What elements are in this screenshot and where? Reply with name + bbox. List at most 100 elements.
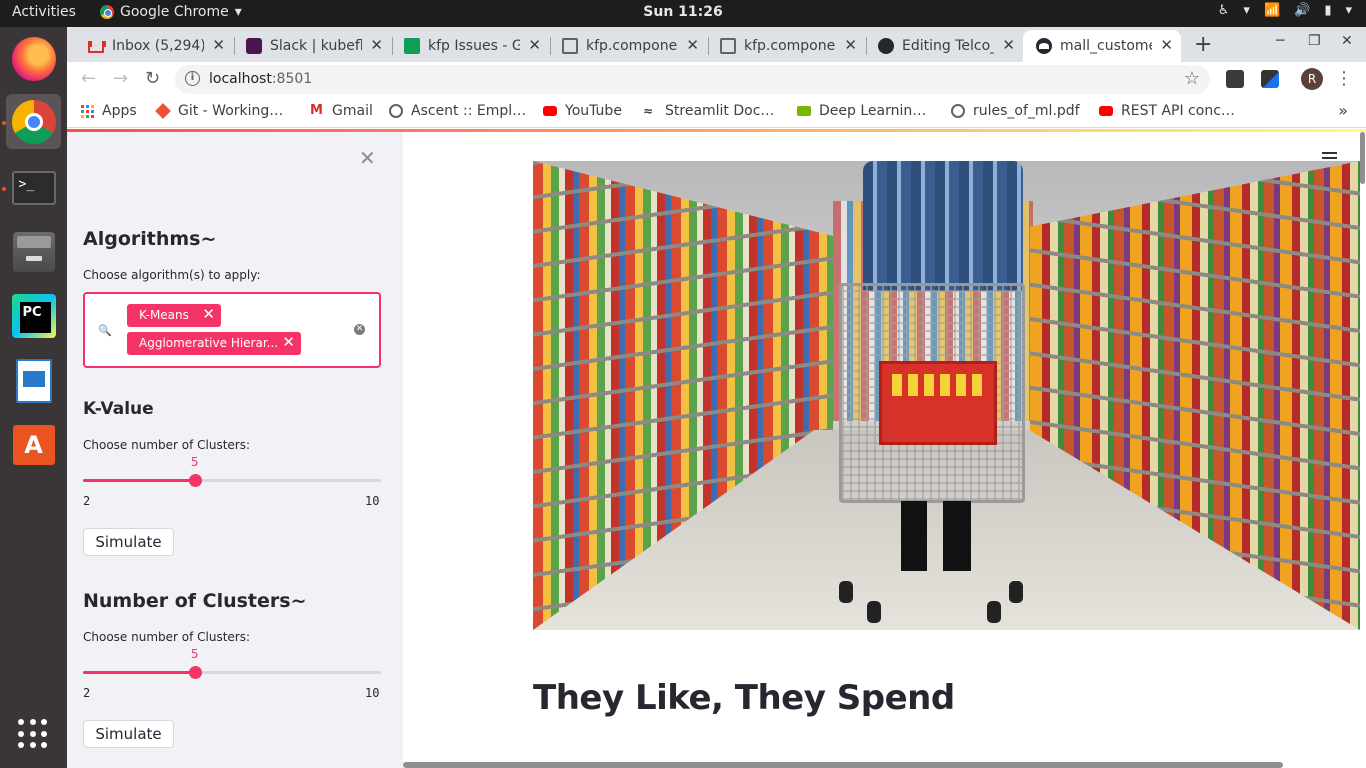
show-applications-icon[interactable]: [18, 719, 48, 749]
slider-fill: [83, 671, 195, 674]
vertical-scrollbar[interactable]: [1360, 132, 1365, 184]
bookmark-gmail[interactable]: M Gmail: [310, 103, 373, 119]
github-icon: [878, 38, 894, 54]
close-icon[interactable]: ✕: [686, 36, 699, 54]
clock[interactable]: Sun 11:26: [643, 4, 722, 20]
globe-icon: [389, 104, 403, 118]
dock-writer[interactable]: [6, 353, 61, 408]
dock-files[interactable]: [6, 224, 61, 279]
close-icon[interactable]: ✕: [370, 36, 383, 54]
new-tab-button[interactable]: +: [1194, 32, 1212, 57]
selenium-extension-icon[interactable]: [1226, 70, 1244, 88]
doc-icon: [562, 38, 578, 54]
close-window-button[interactable]: ✕: [1341, 33, 1353, 49]
k-value-max: 10: [365, 494, 380, 508]
close-icon[interactable]: ✕: [1002, 36, 1015, 54]
chevron-down-icon: ▾: [234, 4, 242, 20]
running-indicator: [2, 121, 6, 125]
num-clusters-max: 10: [365, 686, 380, 700]
main-content: They Like, They Spend: [403, 132, 1366, 768]
firefox-icon: [11, 36, 56, 81]
bookmark-youtube[interactable]: YouTube: [543, 103, 622, 119]
extension-icon[interactable]: [1261, 70, 1279, 88]
profile-avatar[interactable]: R: [1301, 68, 1323, 90]
chip-kmeans[interactable]: K-Means ✕: [127, 304, 221, 327]
remove-chip-icon[interactable]: ✕: [202, 305, 215, 323]
accessibility-icon[interactable]: ♿: [1218, 3, 1230, 18]
slack-icon: [246, 38, 262, 54]
system-tray[interactable]: ♿ ▾ 📶 🔊 ▮ ▾: [1218, 3, 1352, 18]
tab-kfp-issues[interactable]: kfp Issues - Go ✕: [391, 30, 549, 62]
bookmark-git[interactable]: Git - Working…: [155, 103, 283, 119]
more-vert-icon[interactable]: ⋮: [1335, 68, 1353, 89]
close-sidebar-icon[interactable]: ✕: [359, 146, 376, 170]
dock-software[interactable]: A: [6, 417, 61, 472]
url-text[interactable]: localhost:8501: [209, 71, 312, 87]
slider-thumb[interactable]: [188, 666, 202, 679]
youtube-icon: [543, 106, 557, 116]
algorithm-multiselect[interactable]: 🔍 K-Means ✕ Agglomerative Hierar... ✕ ✕: [83, 292, 381, 368]
tab-title: kfp Issues - Go: [428, 38, 520, 54]
bookmark-streamlit-docs[interactable]: ≈ Streamlit Doc…: [643, 103, 774, 119]
terminal-icon: >_: [11, 170, 56, 205]
bookmark-star-icon[interactable]: ☆: [1184, 68, 1200, 89]
k-value-current: 5: [190, 455, 199, 469]
writer-icon: [15, 358, 52, 403]
back-button[interactable]: ←: [81, 68, 96, 89]
app-menu[interactable]: Google Chrome ▾: [100, 4, 242, 20]
k-value-min: 2: [83, 494, 91, 508]
tab-gmail[interactable]: Inbox (5,294) - ✕: [75, 30, 233, 62]
tab-kfp-components-2[interactable]: kfp.compone ✕: [707, 30, 865, 62]
volume-icon[interactable]: 🔊: [1294, 3, 1310, 18]
running-indicator: [2, 187, 6, 191]
slider-thumb[interactable]: [188, 474, 202, 487]
maximize-button[interactable]: ❐: [1308, 33, 1321, 49]
k-value-slider[interactable]: [83, 474, 381, 487]
close-icon[interactable]: ✕: [528, 36, 541, 54]
chrome-icon: [100, 5, 114, 19]
simulate-k-button[interactable]: Simulate: [83, 528, 174, 556]
num-clusters-slider[interactable]: [83, 666, 381, 679]
tab-mall-customers[interactable]: mall_custome ✕: [1023, 30, 1181, 62]
k-value-label: Choose number of Clusters:: [83, 438, 251, 452]
clear-all-icon[interactable]: ✕: [354, 324, 365, 335]
chevron-down-icon: ▾: [1243, 3, 1250, 18]
tab-github[interactable]: Editing Telco_ ✕: [865, 30, 1023, 62]
tab-strip: Inbox (5,294) - ✕ Slack | kubeflo ✕ kfp …: [67, 27, 1366, 62]
slider-fill: [83, 479, 195, 482]
dock-terminal[interactable]: >_: [6, 160, 61, 215]
dock-chrome[interactable]: [6, 94, 61, 149]
close-icon[interactable]: ✕: [1160, 36, 1173, 54]
address-bar[interactable]: i localhost:8501 ☆: [175, 65, 1210, 94]
bookmark-rest-api[interactable]: REST API conc…: [1099, 103, 1235, 119]
dock: >_ A: [0, 27, 67, 768]
sidebar: ✕ Algorithms~ Choose algorithm(s) to app…: [67, 132, 403, 768]
dock-pycharm[interactable]: [6, 288, 61, 343]
remove-chip-icon[interactable]: ✕: [282, 333, 295, 351]
bookmark-rules-of-ml[interactable]: rules_of_ml.pdf: [951, 103, 1080, 119]
bookmark-deep-learning[interactable]: Deep Learnin…: [797, 103, 926, 119]
close-icon[interactable]: ✕: [212, 36, 225, 54]
tab-title: kfp.compone: [744, 38, 836, 54]
chip-agglomerative[interactable]: Agglomerative Hierar... ✕: [127, 332, 301, 355]
gmail-icon: M: [310, 103, 323, 118]
wifi-icon[interactable]: 📶: [1264, 3, 1280, 18]
bookmark-apps[interactable]: Apps: [81, 103, 137, 119]
activities-button[interactable]: Activities: [12, 4, 76, 20]
bookmark-ascent[interactable]: Ascent :: Empl…: [389, 103, 526, 119]
simulate-clusters-button[interactable]: Simulate: [83, 720, 174, 748]
tab-slack[interactable]: Slack | kubeflo ✕: [233, 30, 391, 62]
reload-button[interactable]: ↻: [145, 68, 160, 89]
horizontal-scrollbar[interactable]: [403, 762, 1283, 768]
streamlit-icon: ≈: [643, 104, 654, 118]
forward-button[interactable]: →: [113, 68, 128, 89]
chevron-down-icon: ▾: [1345, 3, 1352, 18]
tab-kfp-components-1[interactable]: kfp.compone ✕: [549, 30, 707, 62]
close-icon[interactable]: ✕: [844, 36, 857, 54]
info-icon[interactable]: i: [185, 71, 200, 86]
bookmarks-bar: Apps Git - Working… M Gmail Ascent :: Em…: [67, 97, 1366, 128]
more-bookmarks-icon[interactable]: »: [1338, 101, 1348, 120]
dock-firefox[interactable]: [6, 31, 61, 86]
battery-icon[interactable]: ▮: [1324, 3, 1331, 18]
minimize-button[interactable]: ─: [1276, 33, 1284, 49]
